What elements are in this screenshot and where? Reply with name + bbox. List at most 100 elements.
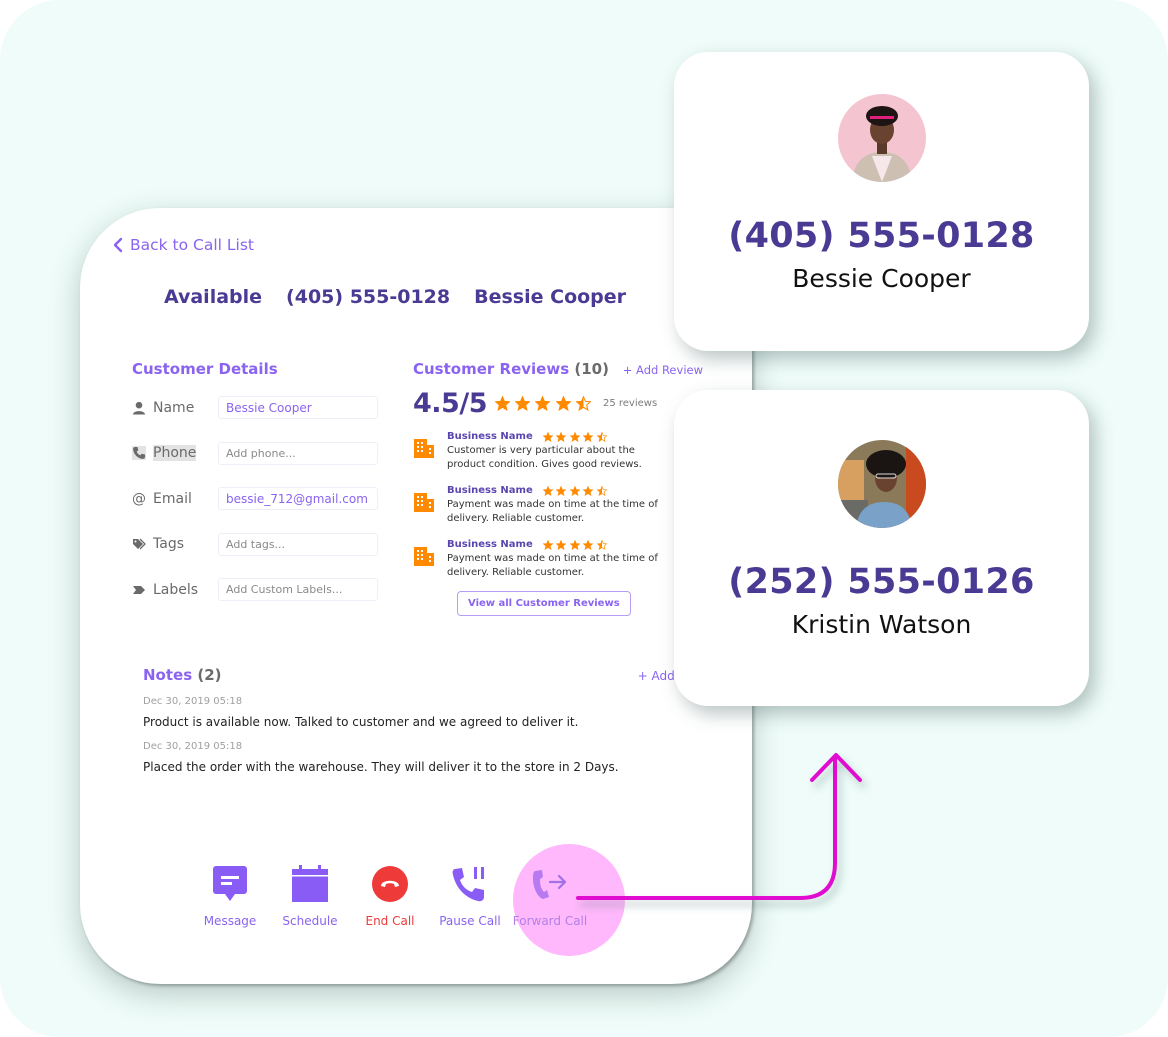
star-full-icon bbox=[556, 485, 567, 496]
reviews-title: Customer Reviews (10) bbox=[413, 360, 609, 378]
note-text: Product is available now. Talked to cust… bbox=[143, 715, 579, 729]
review-stars bbox=[542, 539, 607, 550]
call-header: Available (405) 555-0128 Bessie Cooper bbox=[80, 286, 710, 308]
review-business-name: Business Name bbox=[447, 485, 533, 496]
detail-row-name: Name Bessie Cooper bbox=[132, 385, 382, 431]
note-date: Dec 30, 2019 05:18 bbox=[143, 696, 243, 707]
star-full-icon bbox=[542, 539, 553, 550]
star-full-icon bbox=[515, 396, 531, 411]
end-call-button[interactable]: End Call bbox=[350, 864, 430, 928]
customer-details: Customer Details Name Bessie Cooper Phon… bbox=[132, 360, 382, 613]
action-label: Schedule bbox=[282, 914, 338, 928]
star-full-icon bbox=[542, 485, 553, 496]
end-call-icon bbox=[372, 866, 408, 902]
name-field[interactable]: Bessie Cooper bbox=[218, 396, 378, 420]
phone-icon bbox=[132, 446, 146, 461]
detail-label: Tags bbox=[153, 536, 184, 553]
review-item: Business Name Payment was made on time a… bbox=[413, 539, 703, 579]
message-icon bbox=[213, 866, 247, 901]
label-icon bbox=[132, 583, 146, 597]
action-label: End Call bbox=[365, 914, 415, 928]
star-full-icon bbox=[583, 539, 594, 550]
detail-row-email: @ Email bessie_712@gmail.com bbox=[132, 476, 382, 522]
action-label: Pause Call bbox=[439, 914, 501, 928]
rating-value: 4.5/5 bbox=[413, 388, 487, 419]
building-icon bbox=[414, 547, 434, 566]
view-all-reviews-button[interactable]: View all Customer Reviews bbox=[457, 591, 631, 616]
add-review-link[interactable]: + Add Review bbox=[623, 363, 703, 377]
labels-field[interactable]: Add Custom Labels... bbox=[218, 578, 378, 602]
overall-rating: 4.5/5 25 reviews bbox=[413, 388, 703, 419]
note-date: Dec 30, 2019 05:18 bbox=[143, 741, 243, 752]
review-business-name: Business Name bbox=[447, 539, 533, 550]
review-text: Customer is very particular about the pr… bbox=[447, 445, 642, 470]
forward-call-icon bbox=[533, 870, 567, 899]
notes-section: Notes (2) + Add Note Dec 30, 2019 05:18 … bbox=[143, 666, 707, 774]
review-list: Business Name Customer is very particula… bbox=[413, 431, 703, 579]
email-field[interactable]: bessie_712@gmail.com bbox=[218, 487, 378, 511]
chevron-left-icon bbox=[113, 237, 123, 253]
contact-name: Bessie Cooper bbox=[792, 264, 971, 293]
review-business-name: Business Name bbox=[447, 431, 533, 442]
call-phone: (405) 555-0128 bbox=[286, 286, 451, 308]
customer-details-title: Customer Details bbox=[132, 360, 278, 378]
review-item: Business Name Payment was made on time a… bbox=[413, 485, 703, 525]
star-full-icon bbox=[494, 396, 510, 411]
star-full-icon bbox=[556, 431, 567, 442]
notes-title: Notes (2) bbox=[143, 666, 222, 684]
star-full-icon bbox=[583, 485, 594, 496]
building-icon bbox=[414, 439, 434, 458]
call-name: Bessie Cooper bbox=[474, 286, 627, 308]
review-item: Business Name Customer is very particula… bbox=[413, 431, 703, 471]
detail-label: Name bbox=[153, 399, 195, 416]
detail-row-labels: Labels Add Custom Labels... bbox=[132, 567, 382, 613]
customer-reviews: Customer Reviews (10) + Add Review 4.5/5… bbox=[413, 360, 703, 616]
tags-field[interactable]: Add tags... bbox=[218, 532, 378, 556]
schedule-button[interactable]: Schedule bbox=[270, 864, 350, 928]
reviews-count: (10) bbox=[574, 360, 609, 378]
star-full-icon bbox=[535, 396, 551, 411]
contact-phone: (252) 555-0126 bbox=[728, 562, 1035, 602]
contact-card[interactable]: (252) 555-0126 Kristin Watson bbox=[674, 390, 1089, 706]
detail-row-phone: Phone Add phone... bbox=[132, 431, 382, 477]
back-to-call-list-link[interactable]: Back to Call List bbox=[112, 236, 254, 254]
detail-label: Email bbox=[153, 490, 192, 507]
star-full-icon bbox=[569, 485, 580, 496]
review-stars bbox=[542, 485, 607, 496]
call-status: Available bbox=[163, 286, 263, 308]
avatar bbox=[837, 440, 926, 528]
notes-count: (2) bbox=[197, 666, 222, 684]
action-label: Forward Call bbox=[512, 914, 588, 928]
star-full-icon bbox=[555, 396, 571, 411]
action-label: Message bbox=[203, 914, 257, 928]
detail-row-tags: Tags Add tags... bbox=[132, 522, 382, 568]
note-text: Placed the order with the warehouse. The… bbox=[143, 760, 619, 774]
star-full-icon bbox=[569, 539, 580, 550]
back-link-label: Back to Call List bbox=[130, 236, 254, 254]
star-half-icon bbox=[575, 396, 591, 411]
star-half-icon bbox=[596, 485, 607, 496]
message-button[interactable]: Message bbox=[190, 864, 270, 928]
building-icon bbox=[414, 493, 434, 512]
review-text: Payment was made on time at the time of … bbox=[447, 553, 658, 578]
pause-call-button[interactable]: Pause Call bbox=[430, 864, 510, 928]
tags-icon bbox=[132, 537, 146, 551]
star-full-icon bbox=[569, 431, 580, 442]
call-actions: Message Schedule End Call Pause Call For… bbox=[190, 864, 590, 928]
contact-card[interactable]: (405) 555-0128 Bessie Cooper bbox=[674, 52, 1089, 351]
star-full-icon bbox=[583, 431, 594, 442]
review-text: Payment was made on time at the time of … bbox=[447, 499, 658, 524]
forward-call-button[interactable]: Forward Call bbox=[510, 864, 590, 928]
rating-count: 25 reviews bbox=[602, 398, 658, 409]
star-half-icon bbox=[596, 539, 607, 550]
pause-call-icon bbox=[452, 867, 484, 902]
detail-label: Phone bbox=[153, 445, 197, 462]
avatar bbox=[837, 94, 926, 182]
phone-field[interactable]: Add phone... bbox=[218, 441, 378, 465]
detail-label: Labels bbox=[153, 581, 199, 598]
person-icon bbox=[132, 401, 146, 415]
review-stars bbox=[542, 431, 607, 442]
star-full-icon bbox=[556, 539, 567, 550]
calendar-icon bbox=[292, 865, 328, 902]
at-icon: @ bbox=[132, 490, 146, 507]
